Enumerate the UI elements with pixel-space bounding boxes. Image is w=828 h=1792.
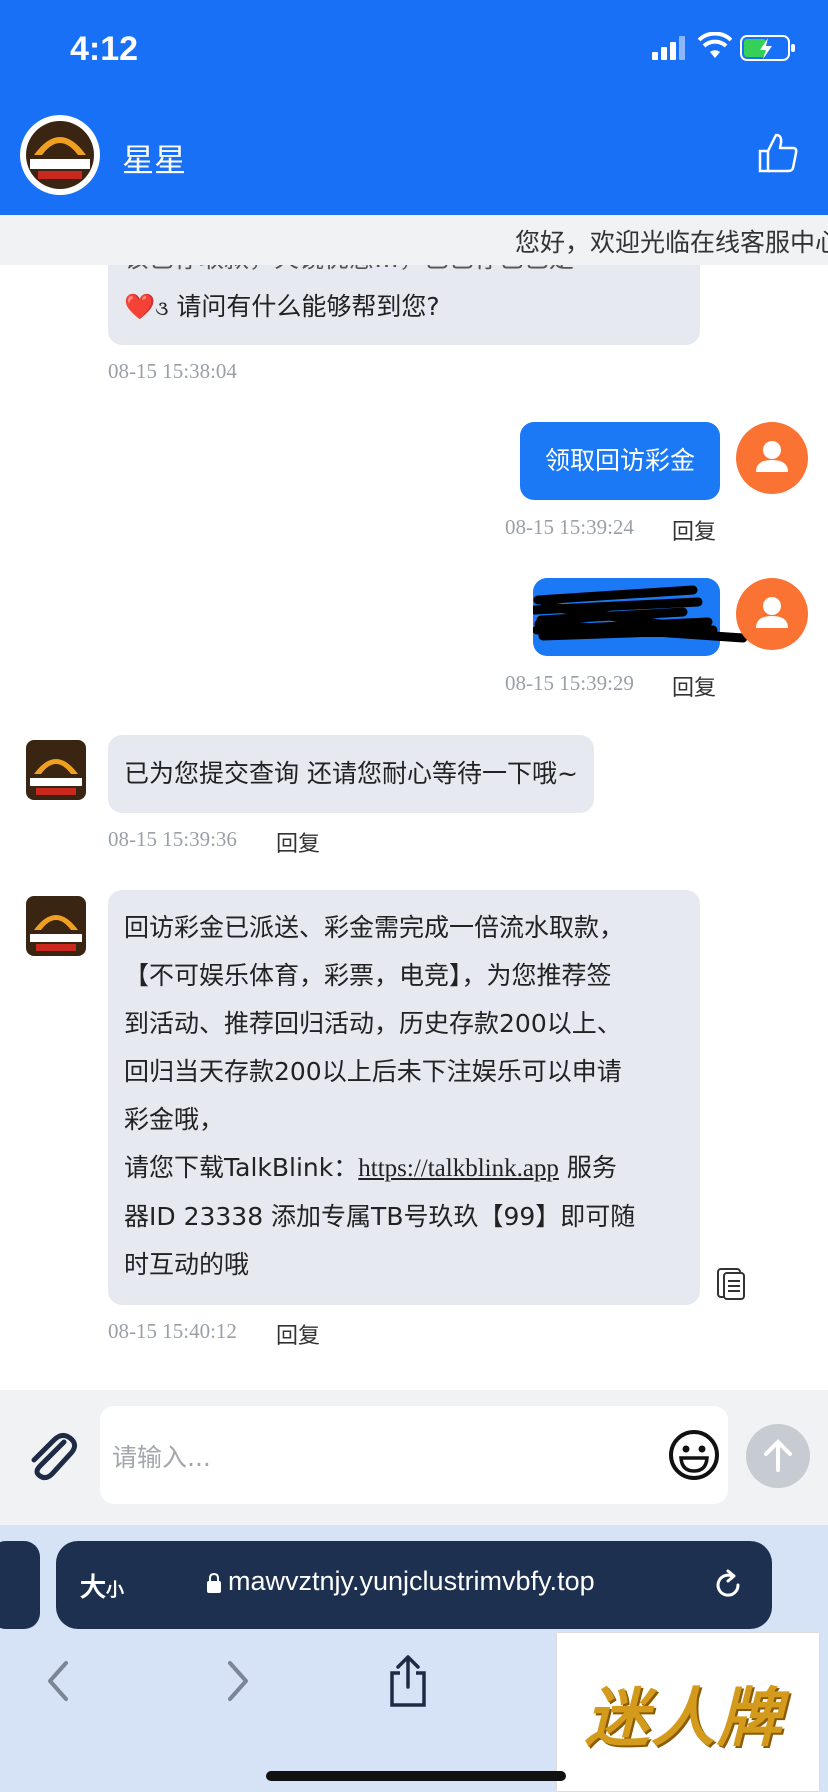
user-message-redacted [533,578,748,656]
text-size-big: 大 [80,1573,107,1603]
message-text: 领取回访彩金 [544,446,695,475]
message-text-partial: 该已存取款，火镜优惠…，已已存已已是 [124,265,684,283]
message-line: 器ID 23338 添加专属TB号玖玖【99】即可随 [124,1202,636,1231]
agent-message: 回访彩金已派送、彩金需完成一倍流水取款， 【不可娱乐体育，彩票，电竞】，为您推荐… [108,890,700,1305]
attachment-icon[interactable] [24,1428,78,1482]
reply-link[interactable]: 回复 [672,514,716,546]
message-input-bar: 请输入... [0,1390,828,1525]
lock-icon [207,1572,221,1593]
text-size-small: 小 [106,1580,125,1601]
user-icon [756,441,788,472]
previous-tab[interactable] [0,1541,40,1629]
thumbs-up-icon[interactable] [756,131,800,175]
user-avatar [736,422,808,494]
chat-header: 星星 [0,105,828,215]
agent-avatar [26,740,86,800]
message-line: 请您下载TalkBlink：https://talkblink.app 服务 [124,1144,684,1193]
home-indicator [266,1771,566,1781]
arrow-up-icon [764,1439,792,1472]
message-line: 【不可娱乐体育，彩票，电竞】，为您推荐签 [124,961,612,990]
message-line: ❤️૩ 请问有什么能够帮到您? [124,283,684,332]
message-line: 回访彩金已派送、彩金需完成一倍流水取款， [124,913,625,942]
message-text: 请问有什么能够帮到您? [176,292,440,321]
battery-icon [740,35,795,61]
message-time: 08-15 15:39:29 [505,671,634,695]
reload-icon[interactable] [710,1567,746,1603]
address-bar[interactable]: 大小 mawvztnjy.yunjclustrimvbfy.top [56,1541,772,1629]
announcement-marquee: 您好，欢迎光临在线客服中心 [0,215,828,265]
copy-icon[interactable] [716,1267,746,1301]
agent-avatar [26,896,86,956]
message-time: 08-15 15:40:12 [108,1319,237,1343]
user-icon [756,597,788,628]
user-avatar [736,578,808,650]
watermark-badge: 迷人牌 [556,1632,820,1792]
message-line: 彩金哦， [124,1105,225,1134]
send-button[interactable] [746,1424,810,1488]
message-time: 08-15 15:39:36 [108,827,237,851]
reply-link[interactable]: 回复 [276,826,320,858]
browser-toolbar: 大小 mawvztnjy.yunjclustrimvbfy.top 迷人牌 [0,1525,828,1792]
reply-link[interactable]: 回复 [276,1318,320,1350]
message-input[interactable]: 请输入... [100,1406,728,1504]
forward-icon[interactable] [222,1659,252,1703]
announcement-text: 您好，欢迎光临在线客服中心 [515,228,828,257]
status-time: 4:12 [70,30,139,68]
message-line: 回归当天存款200以上后未下注娱乐可以申请 [124,1057,622,1086]
message-time: 08-15 15:39:24 [505,515,634,539]
message-time: 08-15 15:38:04 [108,359,237,383]
clover-icon: ૩ [155,296,169,320]
agent-message: 该已存取款，火镜优惠…，已已存已已是 ❤️૩ 请问有什么能够帮到您? [108,265,700,345]
redaction-scribble [533,585,748,643]
text-size-button[interactable]: 大小 [80,1567,124,1604]
heart-icon: ❤️ [124,292,156,321]
watermark-text: 迷人牌 [585,1682,783,1756]
message-line: 时互动的哦 [124,1250,250,1279]
input-placeholder: 请输入... [112,1443,211,1472]
back-icon[interactable] [44,1659,74,1703]
message-text: 服务 [558,1153,617,1182]
chat-messages: 该已存取款，火镜优惠…，已已存已已是 ❤️૩ 请问有什么能够帮到您? 08-15… [0,265,828,1390]
user-message: 领取回访彩金 [520,422,720,500]
agent-logo [20,115,100,195]
talkblink-link[interactable]: https://talkblink.app [358,1155,559,1182]
agent-message: 已为您提交查询 还请您耐心等待一下哦~ [108,735,594,813]
agent-name: 星星 [122,141,187,179]
message-line: 到活动、推荐回归活动，历史存款200以上、 [124,1009,622,1038]
emoji-icon[interactable] [668,1429,720,1481]
status-bar: 4:12 [0,0,828,105]
message-text: 已为您提交查询 还请您耐心等待一下哦~ [124,759,578,788]
share-icon[interactable] [386,1653,430,1709]
cellular-signal-icon [652,36,685,60]
message-text: 请您下载TalkBlink： [124,1153,359,1182]
reply-link[interactable]: 回复 [672,670,716,702]
url-text: mawvztnjy.yunjclustrimvbfy.top [228,1566,595,1596]
wifi-icon [698,32,732,58]
